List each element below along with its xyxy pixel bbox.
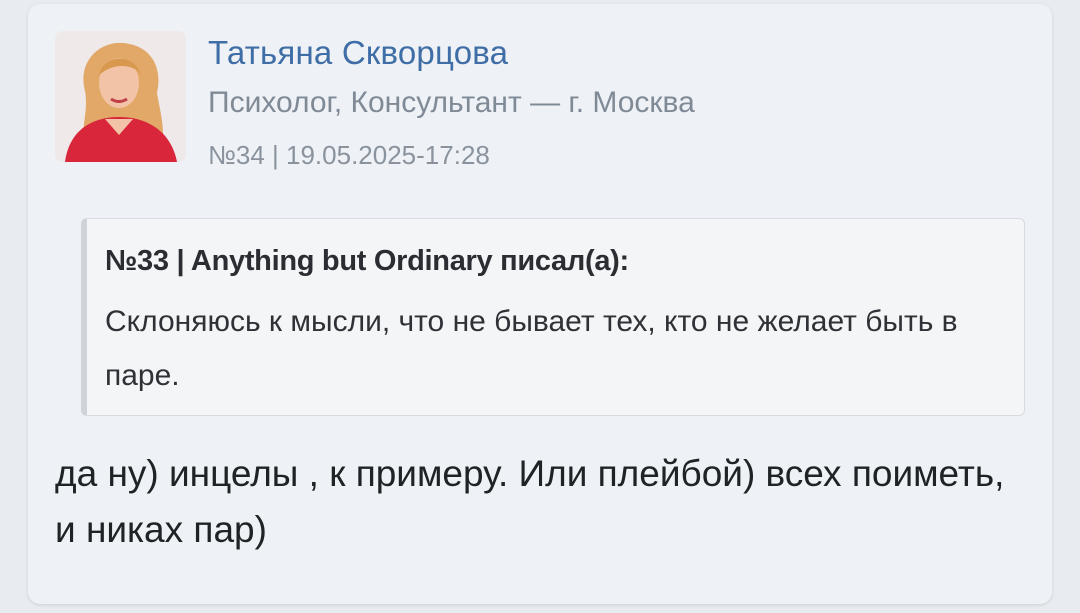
quote-text: Склоняюсь к мысли, что не бывает тех, кт… (105, 305, 958, 392)
post-meta: №34 | 19.05.2025-17:28 (208, 140, 490, 170)
quote-block: №33 | Anything but Ordinary писал(а): Ск… (81, 218, 1025, 416)
author-name-link[interactable]: Татьяна Скворцова (208, 34, 508, 72)
post-card: Татьяна Скворцова Психолог, Консультант … (28, 4, 1052, 604)
post-text: да ну) инцелы , к примеру. Или плейбой) … (55, 453, 1005, 550)
quote-header: №33 | Anything but Ordinary писал(а): (105, 245, 629, 277)
avatar-photo-icon (55, 31, 186, 162)
author-role: Психолог, Консультант — г. Москва (208, 86, 695, 119)
author-avatar[interactable] (55, 31, 186, 162)
